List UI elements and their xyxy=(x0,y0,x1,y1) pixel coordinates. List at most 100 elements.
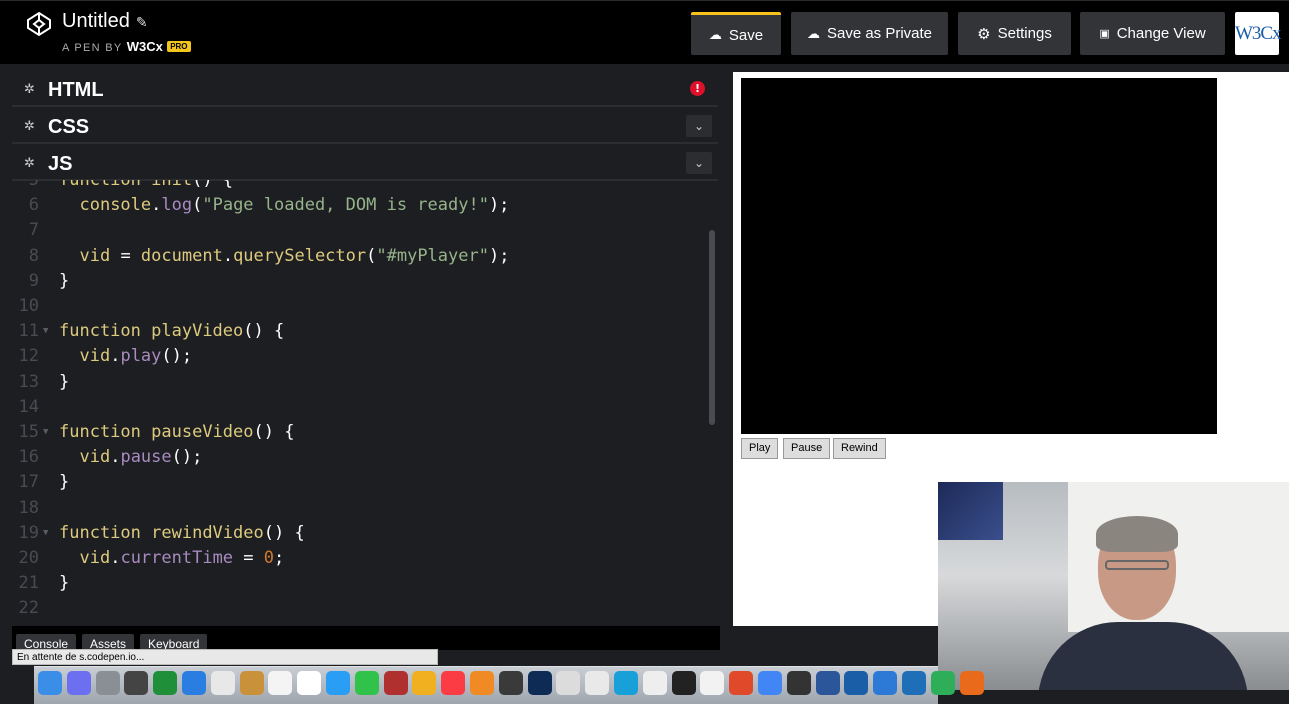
rewind-button[interactable]: Rewind xyxy=(833,438,886,459)
messages-icon[interactable] xyxy=(326,671,350,695)
notes-icon[interactable] xyxy=(239,671,264,695)
panel-header-html[interactable]: ✲ HTML ! xyxy=(12,72,718,107)
app-icon[interactable] xyxy=(729,671,754,695)
line-number: 7 xyxy=(28,220,39,241)
editor-scrollbar[interactable] xyxy=(709,230,715,425)
code-line[interactable]: 14 xyxy=(12,397,712,422)
code-line[interactable]: 18 xyxy=(12,498,712,523)
code-line[interactable]: 12 vid.play(); xyxy=(12,346,712,371)
midi-icon[interactable] xyxy=(671,671,696,695)
presenter-hair xyxy=(1096,516,1178,552)
gear-icon[interactable]: ✲ xyxy=(24,82,35,97)
save-private-button[interactable]: ☁ Save as Private xyxy=(791,12,948,55)
app-icon[interactable] xyxy=(902,671,926,695)
pause-button[interactable]: Pause xyxy=(783,438,831,459)
user-avatar[interactable]: W3Cx xyxy=(1235,12,1282,55)
launchpad-icon[interactable] xyxy=(95,671,120,695)
app-icon[interactable] xyxy=(930,671,955,695)
word-icon[interactable] xyxy=(815,671,840,695)
line-number: 9 xyxy=(28,270,39,291)
app-icon[interactable] xyxy=(844,671,869,695)
author-link[interactable]: W3Cx xyxy=(127,39,163,54)
code-line[interactable]: 19 ▼ function rewindVideo() { xyxy=(12,523,712,548)
line-number: 11 xyxy=(18,321,39,342)
pen-title-text[interactable]: Untitled xyxy=(62,10,130,32)
gear-icon[interactable]: ✲ xyxy=(24,119,35,134)
preview-icon[interactable] xyxy=(585,671,610,695)
safari-icon[interactable] xyxy=(182,671,206,695)
code-line[interactable]: 7 xyxy=(12,220,712,245)
code-line[interactable]: 20 vid.currentTime = 0; xyxy=(12,548,712,573)
textedit-icon[interactable] xyxy=(297,671,322,695)
resize-handle[interactable] xyxy=(720,70,733,630)
settings-button[interactable]: ⚙ Settings xyxy=(958,12,1071,55)
app-icon[interactable] xyxy=(873,671,898,695)
line-number: 18 xyxy=(18,497,39,518)
code-line[interactable]: 11 ▼ function playVideo() { xyxy=(12,321,712,346)
code-text: } xyxy=(59,371,70,392)
fold-toggle-icon[interactable]: ▼ xyxy=(43,326,48,336)
code-line[interactable]: 22 xyxy=(12,598,712,623)
siri-icon[interactable] xyxy=(66,671,91,695)
photoshop-icon[interactable] xyxy=(527,671,552,695)
line-number: 15 xyxy=(18,422,39,442)
code-line[interactable]: 10 xyxy=(12,296,712,321)
pencil-icon[interactable]: ✎ xyxy=(136,14,148,30)
activity-icon[interactable] xyxy=(153,671,178,695)
video-player[interactable] xyxy=(741,78,1217,434)
layout-icon: ▣ xyxy=(1099,28,1110,40)
top-bar: Untitled ✎ A PEN BY W3Cx PRO ☁ Save ☁ Sav… xyxy=(0,0,1289,64)
code-line[interactable]: 17} xyxy=(12,472,712,497)
webcam-overlay xyxy=(938,482,1289,690)
code-text: console.log("Page loaded, DOM is ready!"… xyxy=(79,195,510,216)
books-icon[interactable] xyxy=(470,671,494,695)
code-line[interactable]: 21} xyxy=(12,573,712,598)
js-code-editor[interactable]: 5 function init() {6 console.log("Page lo… xyxy=(12,180,712,625)
line-number: 10 xyxy=(18,296,39,316)
terminal-icon[interactable] xyxy=(786,671,811,695)
pen-title[interactable]: Untitled ✎ xyxy=(62,10,148,33)
panel-header-css[interactable]: ✲ CSS ⌄ xyxy=(12,109,718,144)
code-text: function playVideo() { xyxy=(59,321,285,342)
line-number: 17 xyxy=(18,472,39,493)
photo-booth-icon[interactable] xyxy=(383,671,408,695)
code-line[interactable]: 6 console.log("Page loaded, DOM is ready… xyxy=(12,195,712,220)
line-number: 20 xyxy=(18,548,39,568)
gear-icon[interactable]: ✲ xyxy=(24,156,35,171)
code-line[interactable]: 9} xyxy=(12,271,712,296)
photos-icon[interactable] xyxy=(412,671,437,695)
chevron-down-icon[interactable]: ⌄ xyxy=(686,152,712,174)
fold-toggle-icon[interactable]: ▼ xyxy=(43,427,48,437)
app-icon[interactable] xyxy=(498,671,523,695)
chrome-icon[interactable] xyxy=(758,671,782,695)
change-view-button[interactable]: ▣ Change View xyxy=(1080,12,1225,55)
code-line[interactable]: 5 function init() { xyxy=(12,180,712,195)
codepen-logo-icon[interactable] xyxy=(26,11,52,37)
code-line[interactable]: 8 vid = document.querySelector("#myPlaye… xyxy=(12,246,712,271)
line-number: 12 xyxy=(18,346,39,367)
finder-icon[interactable] xyxy=(38,671,62,695)
panel-header-js[interactable]: ✲ JS ⌄ xyxy=(12,146,718,181)
file-icon[interactable] xyxy=(700,671,725,695)
code-line[interactable]: 13} xyxy=(12,372,712,397)
change-view-button-label: Change View xyxy=(1116,25,1206,42)
play-button[interactable]: Play xyxy=(741,438,779,459)
code-text: vid = document.querySelector("#myPlayer"… xyxy=(79,245,510,266)
terminal-icon[interactable] xyxy=(124,671,149,695)
code-line[interactable]: 16 vid.pause(); xyxy=(12,447,712,472)
code-line[interactable]: 15 ▼ function pauseVideo() { xyxy=(12,422,712,447)
printer-icon[interactable] xyxy=(556,671,581,695)
line-number: 5 xyxy=(28,180,39,190)
app-icon[interactable] xyxy=(959,671,984,695)
calendar-grid-icon[interactable] xyxy=(210,671,235,695)
chevron-down-icon[interactable]: ⌄ xyxy=(686,115,712,137)
calendar-icon[interactable] xyxy=(268,671,293,695)
save-button[interactable]: ☁ Save xyxy=(691,12,781,55)
doc-icon[interactable] xyxy=(642,671,667,695)
error-icon[interactable]: ! xyxy=(690,81,705,96)
music-icon[interactable] xyxy=(441,671,466,695)
app-icon[interactable] xyxy=(614,671,638,695)
fold-toggle-icon[interactable]: ▼ xyxy=(43,528,48,538)
code-text: vid.currentTime = 0; xyxy=(79,548,285,568)
facetime-icon[interactable] xyxy=(354,671,379,695)
